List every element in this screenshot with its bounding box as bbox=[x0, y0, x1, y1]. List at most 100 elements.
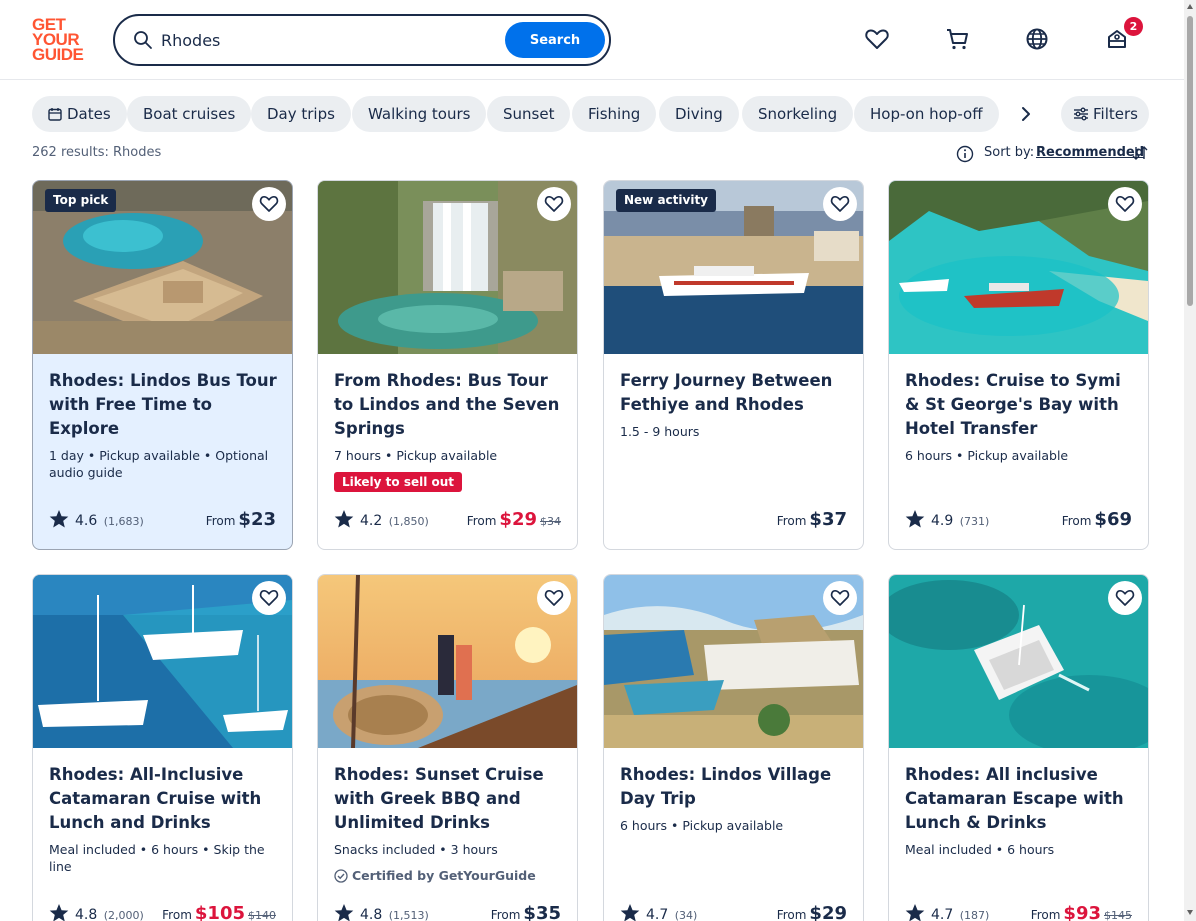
heart-icon bbox=[544, 589, 564, 606]
star-icon bbox=[905, 510, 925, 528]
results-count: 262 results: Rhodes bbox=[32, 145, 162, 160]
rating-value: 4.9 bbox=[931, 513, 954, 529]
heart-icon bbox=[544, 195, 564, 212]
filters-label: Filters bbox=[1093, 105, 1138, 123]
activity-title[interactable]: Ferry Journey Between Fethiye and Rhodes bbox=[620, 369, 852, 417]
card-body: Rhodes: All-Inclusive Catamaran Cruise w… bbox=[49, 763, 281, 875]
chevron-right-icon[interactable] bbox=[1013, 101, 1039, 127]
review-count: (731) bbox=[959, 515, 990, 528]
activity-card[interactable]: Rhodes: All inclusive Catamaran Escape w… bbox=[888, 574, 1149, 921]
activity-card[interactable]: Rhodes: Sunset Cruise with Greek BBQ and… bbox=[317, 574, 578, 921]
price: From $105 $140 bbox=[162, 903, 276, 921]
scroll-thumb[interactable] bbox=[1187, 16, 1193, 306]
rating-value: 4.6 bbox=[75, 513, 98, 529]
chip-label: Snorkeling bbox=[758, 105, 838, 123]
rating: 4.7 (34) bbox=[620, 903, 697, 921]
chip-dates[interactable]: Dates bbox=[32, 96, 127, 132]
activity-meta: 6 hours • Pickup available bbox=[620, 818, 784, 833]
search-input[interactable] bbox=[161, 26, 501, 54]
price-from-label: From bbox=[162, 908, 192, 921]
site-header: GET YOUR GUIDE Search 2 bbox=[0, 0, 1184, 80]
wishlist-button[interactable] bbox=[252, 581, 286, 615]
activity-meta: Snacks included • 3 hours bbox=[334, 842, 498, 857]
filters-button[interactable]: Filters bbox=[1061, 96, 1149, 132]
chip-fishing[interactable]: Fishing bbox=[572, 96, 657, 132]
logo-line: GUIDE bbox=[32, 45, 84, 64]
chip-diving[interactable]: Diving bbox=[659, 96, 739, 132]
activity-meta: 1.5 - 9 hours bbox=[620, 424, 700, 439]
wishlist-button[interactable] bbox=[252, 187, 286, 221]
activity-card[interactable]: Rhodes: All-Inclusive Catamaran Cruise w… bbox=[32, 574, 293, 921]
price-value: $93 bbox=[1063, 903, 1101, 921]
certified-text: Certified by GetYourGuide bbox=[352, 868, 536, 883]
chip-label: Hop-on hop-off bbox=[870, 105, 983, 123]
price: From $29 bbox=[777, 903, 847, 921]
sort-label: Sort by: bbox=[984, 145, 1035, 160]
rating: 4.9 (731) bbox=[905, 509, 989, 529]
certified-check-icon bbox=[334, 869, 348, 883]
wishlist-button[interactable] bbox=[823, 187, 857, 221]
scroll-down-arrow-icon[interactable] bbox=[1187, 910, 1193, 915]
cart-icon[interactable] bbox=[944, 26, 970, 52]
wishlist-button[interactable] bbox=[1108, 187, 1142, 221]
rating-value: 4.2 bbox=[360, 513, 383, 529]
scroll-up-arrow-icon[interactable] bbox=[1187, 4, 1193, 9]
chip-label: Diving bbox=[675, 105, 723, 123]
activity-title[interactable]: Rhodes: Lindos Village Day Trip bbox=[620, 763, 852, 811]
chip-sunset[interactable]: Sunset bbox=[487, 96, 571, 132]
star-icon bbox=[334, 510, 354, 528]
chip-walking-tours[interactable]: Walking tours bbox=[352, 96, 487, 132]
wishlist-button[interactable] bbox=[537, 581, 571, 615]
chip-boat-cruises[interactable]: Boat cruises bbox=[127, 96, 252, 132]
activity-title[interactable]: Rhodes: All-Inclusive Catamaran Cruise w… bbox=[49, 763, 281, 835]
activity-card[interactable]: From Rhodes: Bus Tour to Lindos and the … bbox=[317, 180, 578, 550]
star-icon bbox=[49, 510, 69, 528]
rating: 4.2 (1,850) bbox=[334, 509, 429, 529]
getyourguide-logo[interactable]: GET YOUR GUIDE bbox=[32, 16, 90, 64]
chip-hop-on-hop-off[interactable]: Hop-on hop-off bbox=[854, 96, 999, 132]
search-bar: Search bbox=[113, 14, 611, 66]
cart-count-badge: 2 bbox=[1124, 17, 1143, 36]
activity-card[interactable]: Top pick Rhodes: Lindos Bus Tour with Fr… bbox=[32, 180, 293, 550]
price: From $93 $145 bbox=[1031, 903, 1132, 921]
activity-title[interactable]: Rhodes: All inclusive Catamaran Escape w… bbox=[905, 763, 1137, 835]
card-body: From Rhodes: Bus Tour to Lindos and the … bbox=[334, 369, 566, 492]
star-icon bbox=[49, 904, 69, 921]
activity-card[interactable]: Rhodes: Lindos Village Day Trip 6 hours … bbox=[603, 574, 864, 921]
original-price: $145 bbox=[1104, 909, 1132, 921]
wishlist-button[interactable] bbox=[1108, 581, 1142, 615]
sort-arrows-icon[interactable] bbox=[1131, 144, 1149, 162]
activity-card[interactable]: Rhodes: Cruise to Symi & St George's Bay… bbox=[888, 180, 1149, 550]
sort-dropdown[interactable]: Recommended bbox=[1036, 145, 1144, 160]
review-count: (1,683) bbox=[103, 515, 144, 528]
wishlist-button[interactable] bbox=[537, 187, 571, 221]
card-body: Rhodes: Sunset Cruise with Greek BBQ and… bbox=[334, 763, 566, 883]
price-value: $105 bbox=[194, 903, 245, 921]
sliders-icon bbox=[1074, 107, 1088, 121]
star-icon bbox=[334, 904, 354, 921]
wishlist-button[interactable] bbox=[823, 581, 857, 615]
price: From $35 bbox=[491, 903, 561, 921]
price: From $37 bbox=[777, 509, 847, 530]
price-from-label: From bbox=[776, 908, 807, 921]
card-body: Rhodes: All inclusive Catamaran Escape w… bbox=[905, 763, 1137, 858]
activity-meta: Meal included • 6 hours • Skip the line bbox=[49, 842, 265, 874]
heart-icon bbox=[259, 589, 279, 606]
activity-title[interactable]: Rhodes: Cruise to Symi & St George's Bay… bbox=[905, 369, 1137, 441]
search-button[interactable]: Search bbox=[505, 22, 605, 58]
chip-snorkeling[interactable]: Snorkeling bbox=[742, 96, 854, 132]
page-scrollbar[interactable] bbox=[1184, 0, 1196, 921]
info-icon[interactable] bbox=[956, 145, 974, 163]
wishlist-heart-icon[interactable] bbox=[864, 26, 890, 52]
activity-title[interactable]: Rhodes: Lindos Bus Tour with Free Time t… bbox=[49, 369, 281, 441]
activity-card[interactable]: New activity Ferry Journey Between Fethi… bbox=[603, 180, 864, 550]
card-body: Rhodes: Cruise to Symi & St George's Bay… bbox=[905, 369, 1137, 464]
heart-icon bbox=[259, 195, 279, 212]
chip-day-trips[interactable]: Day trips bbox=[251, 96, 351, 132]
activity-title[interactable]: Rhodes: Sunset Cruise with Greek BBQ and… bbox=[334, 763, 566, 835]
review-count: (2,000) bbox=[103, 909, 144, 921]
heart-icon bbox=[830, 589, 850, 606]
activity-title[interactable]: From Rhodes: Bus Tour to Lindos and the … bbox=[334, 369, 566, 441]
heart-icon bbox=[830, 195, 850, 212]
globe-language-icon[interactable] bbox=[1024, 26, 1050, 52]
